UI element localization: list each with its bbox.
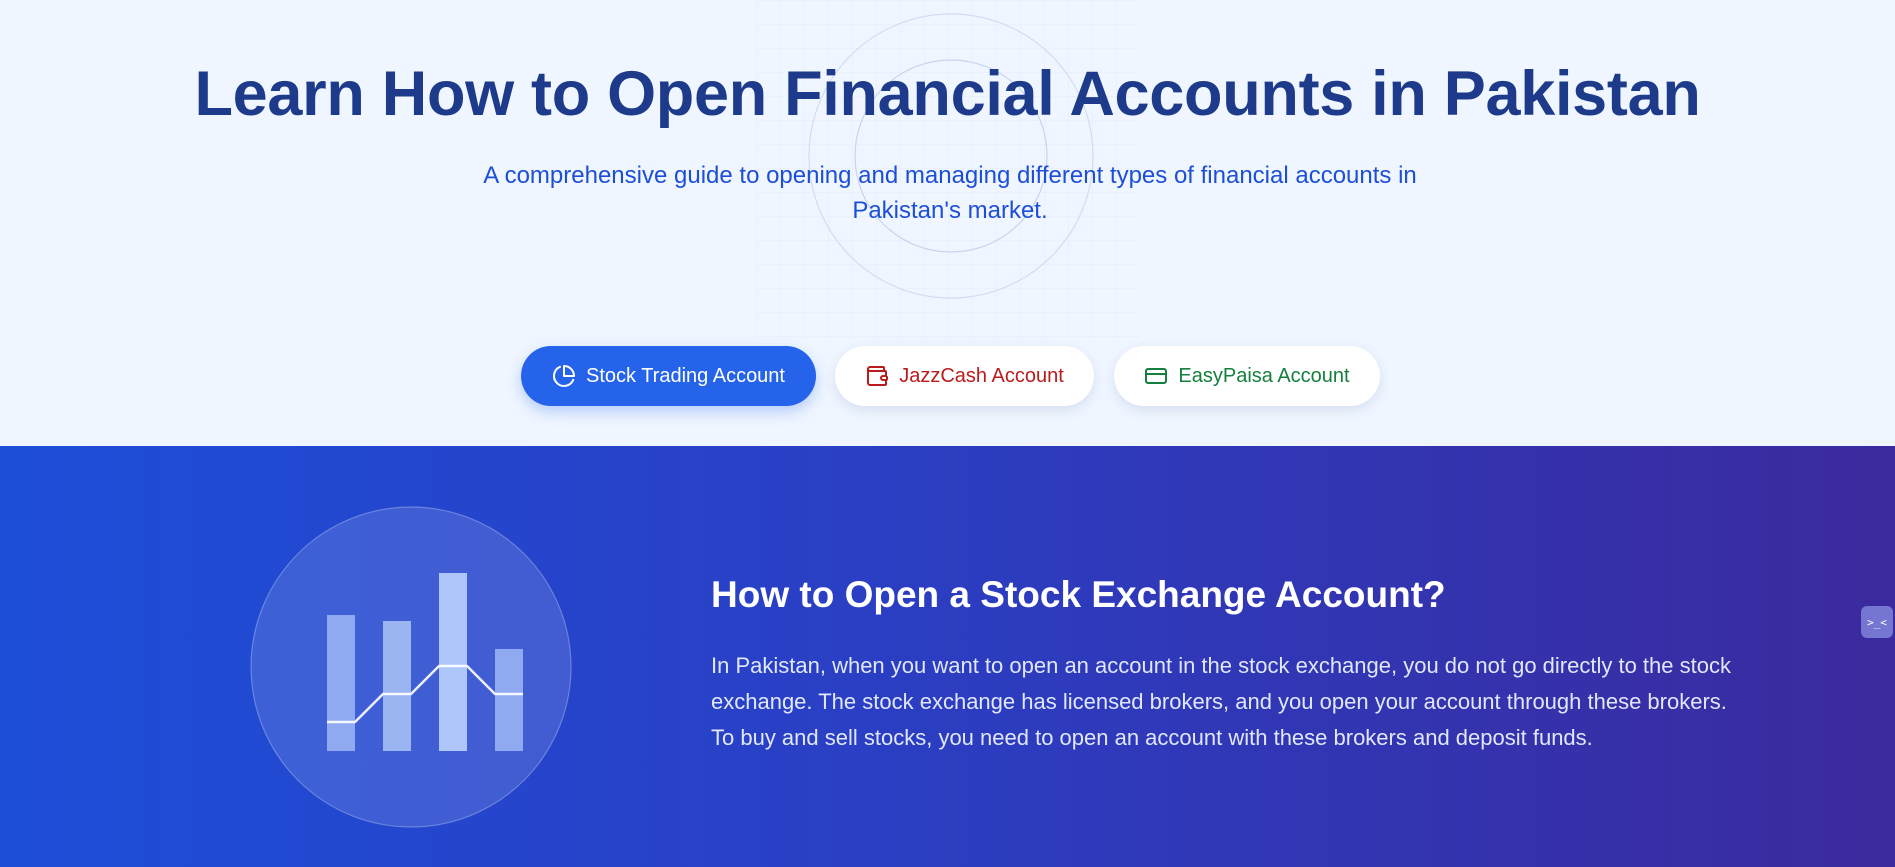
credit-card-icon: [1144, 364, 1168, 388]
wallet-icon: [865, 364, 889, 388]
page-title: Learn How to Open Financial Accounts in …: [194, 59, 1701, 129]
stock-chart-icon: [250, 506, 572, 828]
tab-stock-trading[interactable]: Stock Trading Account: [521, 346, 816, 406]
section-title: How to Open a Stock Exchange Account?: [711, 574, 1446, 615]
account-tabs: Stock Trading Account JazzCash Account E…: [0, 346, 1895, 408]
tab-label: Stock Trading Account: [585, 364, 785, 387]
tab-easypaisa[interactable]: EasyPaisa Account: [1114, 346, 1380, 406]
stock-account-section: How to Open a Stock Exchange Account? In…: [0, 446, 1895, 867]
tab-jazzcash[interactable]: JazzCash Account: [835, 346, 1094, 406]
hero-section: Learn How to Open Financial Accounts in …: [0, 0, 1895, 446]
page-subtitle: A comprehensive guide to opening and man…: [483, 162, 1417, 224]
terminal-icon[interactable]: >_<: [1861, 606, 1893, 638]
tab-label: EasyPaisa Account: [1178, 364, 1350, 387]
pie-chart-icon: [552, 364, 576, 388]
floating-button-label: >_<: [1867, 615, 1887, 629]
section-description: In Pakistan, when you want to open an ac…: [711, 653, 1731, 750]
tab-label: JazzCash Account: [899, 364, 1064, 387]
